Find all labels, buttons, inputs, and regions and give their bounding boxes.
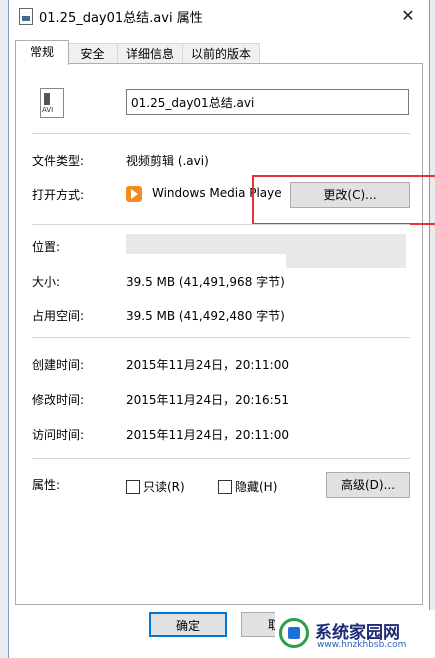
file-type-label: 文件类型: xyxy=(32,154,85,168)
location-value-blurred xyxy=(286,254,406,268)
readonly-checkbox[interactable] xyxy=(126,480,140,494)
tab-details[interactable]: 详细信息 xyxy=(117,43,183,64)
modified-value: 2015年11月24日，20:16:51 xyxy=(126,393,289,407)
accessed-value: 2015年11月24日，20:11:00 xyxy=(126,428,289,442)
size-label: 大小: xyxy=(32,275,61,289)
tab-security[interactable]: 安全 xyxy=(67,43,118,64)
avi-file-icon: AVI xyxy=(40,88,64,118)
readonly-label[interactable]: 只读(R) xyxy=(143,478,185,495)
site-watermark: 系统家园网 www.hnzkhbsb.com xyxy=(275,610,435,658)
accessed-label: 访问时间: xyxy=(32,428,85,442)
size-on-disk-value: 39.5 MB (41,492,480 字节) xyxy=(126,309,285,323)
attributes-label: 属性: xyxy=(32,478,61,492)
tab-previous-versions[interactable]: 以前的版本 xyxy=(182,43,260,64)
advanced-button[interactable]: 高级(D)... xyxy=(326,472,410,498)
close-button[interactable]: ✕ xyxy=(393,3,423,29)
created-label: 创建时间: xyxy=(32,358,85,372)
location-value-blurred xyxy=(126,234,406,254)
properties-dialog: 01.25_day01总结.avi 属性 ✕ 常规 安全 详细信息 以前的版本 … xyxy=(8,0,435,658)
avi-icon-label: AVI xyxy=(42,106,54,114)
file-name-input[interactable]: 01.25_day01总结.avi xyxy=(126,89,409,115)
ok-button[interactable]: 确定 xyxy=(149,612,227,637)
size-on-disk-label: 占用空间: xyxy=(32,309,85,323)
title-bar: 01.25_day01总结.avi 属性 ✕ xyxy=(9,0,429,32)
video-file-icon xyxy=(19,8,33,25)
divider xyxy=(32,337,410,338)
window-title: 01.25_day01总结.avi 属性 xyxy=(39,11,203,26)
hidden-checkbox[interactable] xyxy=(218,480,232,494)
house-logo-icon xyxy=(279,618,309,648)
general-panel: AVI 01.25_day01总结.avi 文件类型: 视频剪辑 (.avi) … xyxy=(15,63,435,605)
watermark-url: www.hnzkhbsb.com xyxy=(317,640,407,650)
location-label: 位置: xyxy=(32,240,61,254)
media-player-icon xyxy=(126,186,142,202)
size-value: 39.5 MB (41,491,968 字节) xyxy=(126,275,285,289)
file-type-value: 视频剪辑 (.avi) xyxy=(126,154,209,168)
red-highlight-box xyxy=(252,175,435,225)
tab-general[interactable]: 常规 xyxy=(15,40,69,65)
modified-label: 修改时间: xyxy=(32,393,85,407)
hidden-label[interactable]: 隐藏(H) xyxy=(235,478,277,495)
divider xyxy=(32,133,410,134)
divider xyxy=(32,458,410,459)
created-value: 2015年11月24日，20:11:00 xyxy=(126,358,289,372)
open-with-label: 打开方式: xyxy=(32,188,85,202)
divider xyxy=(32,224,410,225)
